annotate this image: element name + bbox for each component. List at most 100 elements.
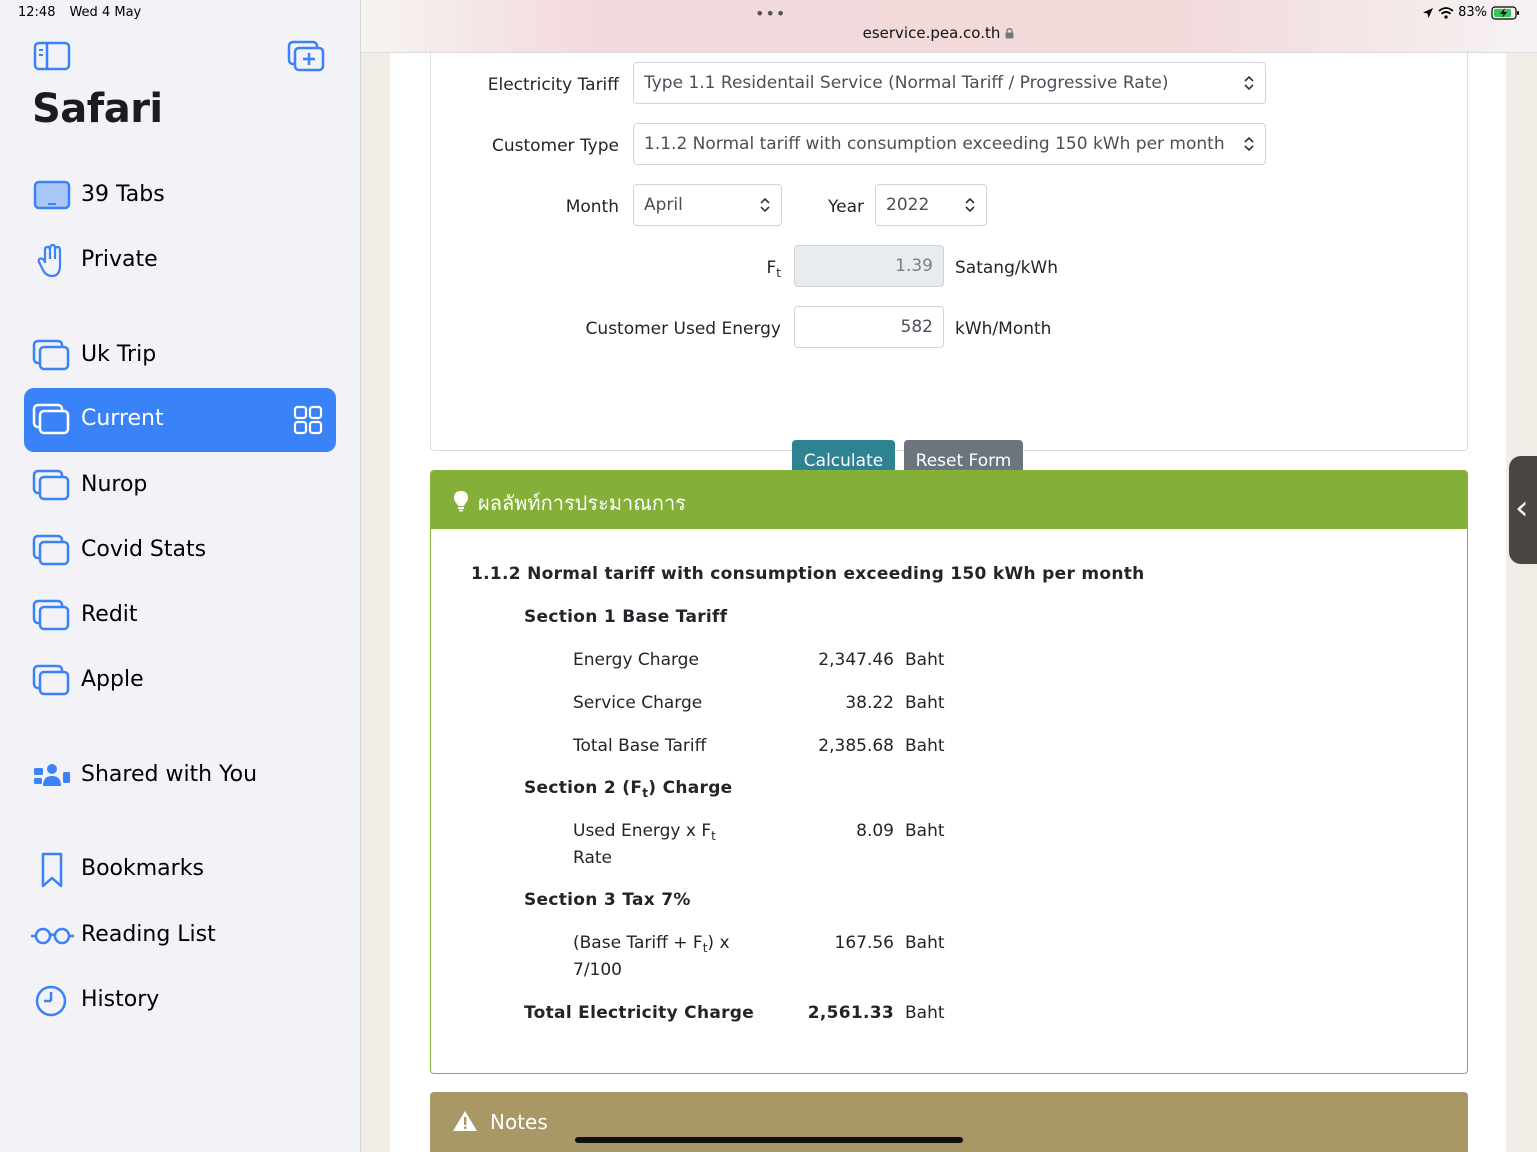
status-time: 12:48	[18, 5, 56, 20]
sidebar-item-current[interactable]: Current	[24, 388, 336, 452]
new-tab-group-icon[interactable]	[286, 40, 326, 72]
tab-overview-grid-icon[interactable]	[292, 404, 324, 436]
browser-content-area: ••• eservice.pea.co.th 83% Electricity T…	[361, 0, 1537, 1152]
ft-label-text: F	[766, 258, 777, 278]
customer-type-select-value: 1.1.2 Normal tariff with consumption exc…	[644, 134, 1225, 154]
battery-percent: 83%	[1458, 5, 1487, 20]
ft-label: Ft	[767, 258, 782, 280]
tab-group-icon	[32, 534, 70, 566]
sidebar-item-redit[interactable]: Redit	[24, 584, 336, 648]
side-panel-handle[interactable]: ‹	[1509, 456, 1537, 564]
chevron-up-down-icon	[1244, 75, 1254, 91]
shared-people-icon	[34, 764, 70, 786]
chevron-up-down-icon	[965, 197, 975, 213]
ft-rate-field: 1.39	[794, 245, 944, 287]
month-select[interactable]: April	[633, 184, 782, 226]
result-title: ผลลัพท์การประมาณการ	[478, 491, 686, 515]
sidebar-item-nurop[interactable]: Nurop	[24, 454, 336, 518]
month-select-value: April	[644, 195, 683, 215]
more-options-icon[interactable]: •••	[755, 4, 786, 23]
sidebar-item-reading-list[interactable]: Reading List	[24, 904, 336, 968]
total-base-tariff-label: Total Base Tariff	[573, 736, 707, 756]
glasses-icon	[31, 927, 74, 945]
sidebar-item-label: Redit	[81, 602, 138, 627]
customer-type-label: Customer Type	[491, 136, 619, 156]
ft-charge-label: Used Energy x Ft	[573, 821, 716, 843]
sidebar-item-bookmarks[interactable]: Bookmarks	[24, 838, 336, 902]
ft-charge-label-sub: t	[711, 829, 716, 843]
tariff-select[interactable]: Type 1.1 Residentail Service (Normal Tar…	[633, 62, 1266, 104]
status-bar-left: 12:48 Wed 4 May	[18, 5, 141, 20]
address-bar[interactable]: ••• eservice.pea.co.th 83%	[361, 0, 1537, 53]
baht-unit: Baht	[905, 736, 945, 756]
customer-type-select[interactable]: 1.1.2 Normal tariff with consumption exc…	[633, 123, 1266, 165]
sidebar-item-private[interactable]: Private	[24, 229, 336, 293]
lock-icon	[1005, 28, 1014, 39]
sidebar-item-label: 39 Tabs	[81, 182, 165, 207]
sidebar-item-apple[interactable]: Apple	[24, 649, 336, 713]
url-display[interactable]: eservice.pea.co.th	[361, 24, 1516, 42]
tax-label-text: (Base Tariff + F	[573, 933, 703, 953]
battery-charging-icon	[1491, 5, 1519, 20]
year-select[interactable]: 2022	[875, 184, 987, 226]
tariff-label: Electricity Tariff	[487, 75, 619, 95]
sidebar-item-covid-stats[interactable]: Covid Stats	[24, 519, 336, 583]
calculator-form: Electricity Tariff Type 1.1 Residentail …	[430, 51, 1468, 451]
sidebar-item-label: Private	[81, 247, 158, 272]
lightbulb-icon	[454, 491, 468, 512]
month-label: Month	[565, 197, 619, 217]
total-charge-value: 2,561.33	[807, 1003, 894, 1023]
tax-label: (Base Tariff + Ft) x	[573, 933, 730, 955]
notes-panel: Notes	[430, 1092, 1468, 1152]
sidebar-item-label: Bookmarks	[81, 856, 204, 881]
baht-unit: Baht	[905, 821, 945, 841]
warning-icon	[453, 1111, 477, 1131]
status-date: Wed 4 May	[69, 5, 142, 20]
chevron-up-down-icon	[760, 197, 770, 213]
result-panel: ผลลัพท์การประมาณการ 1.1.2 Normal tariff …	[430, 470, 1468, 1074]
result-header: ผลลัพท์การประมาณการ	[431, 471, 1467, 529]
ft-unit: Satang/kWh	[955, 258, 1059, 278]
notes-title: Notes	[490, 1110, 548, 1134]
home-indicator[interactable]	[575, 1137, 963, 1143]
sidebar-item-label: Shared with You	[81, 762, 258, 787]
baht-unit: Baht	[905, 650, 945, 670]
sidebar-item-label: Covid Stats	[81, 537, 207, 562]
baht-unit: Baht	[905, 933, 945, 953]
safari-sidebar: 12:48 Wed 4 May Safari 39 Tabs Private U…	[0, 0, 361, 1152]
sidebar-item-uk-trip[interactable]: Uk Trip	[24, 324, 336, 388]
used-energy-label: Customer Used Energy	[585, 319, 781, 339]
tariff-select-value: Type 1.1 Residentail Service (Normal Tar…	[644, 73, 1169, 93]
section-2-title-end: ) Charge	[648, 778, 733, 798]
status-bar-right: 83%	[1422, 5, 1521, 20]
tab-group-icon	[32, 599, 70, 631]
tab-group-icon	[32, 469, 70, 501]
sidebar-item-all-tabs[interactable]: 39 Tabs	[24, 164, 336, 228]
tax-label-line2: 7/100	[573, 960, 622, 980]
year-label: Year	[828, 197, 864, 217]
tab-group-icon	[32, 664, 70, 696]
chevron-up-down-icon	[1244, 136, 1254, 152]
sidebar-item-shared-with-you[interactable]: Shared with You	[24, 744, 336, 808]
section-2-title: Section 2 (Ft) Charge	[524, 778, 733, 800]
clock-icon	[35, 985, 67, 1017]
result-heading: 1.1.2 Normal tariff with consumption exc…	[471, 564, 1145, 584]
total-charge-label: Total Electricity Charge	[524, 1003, 755, 1023]
sidebar-item-label: Apple	[81, 667, 144, 692]
service-charge-label: Service Charge	[573, 693, 703, 713]
sidebar-item-label: History	[81, 987, 160, 1012]
chevron-left-icon: ‹	[1515, 488, 1529, 528]
sidebar-toggle-icon[interactable]	[32, 40, 72, 72]
ft-charge-label-text: Used Energy x F	[573, 821, 712, 841]
tab-group-icon	[32, 403, 70, 435]
tablet-icon	[33, 180, 71, 210]
sidebar-item-history[interactable]: History	[24, 969, 336, 1033]
sidebar-item-label: Nurop	[81, 472, 148, 497]
used-energy-input[interactable]: 582	[794, 306, 944, 348]
total-base-tariff-value: 2,385.68	[818, 736, 894, 756]
baht-unit: Baht	[905, 693, 945, 713]
sidebar-item-label: Uk Trip	[81, 342, 157, 367]
section-3-title: Section 3 Tax 7%	[524, 890, 691, 910]
energy-charge-value: 2,347.46	[818, 650, 894, 670]
tax-label-end: ) x	[707, 933, 730, 953]
